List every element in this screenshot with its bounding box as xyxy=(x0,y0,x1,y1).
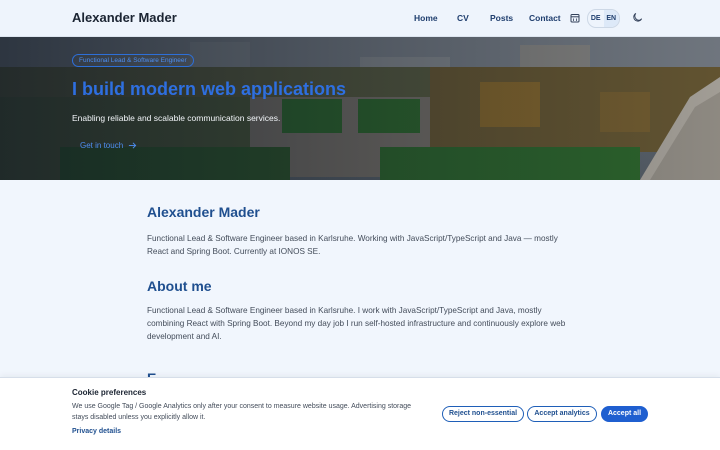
cookie-title: Cookie preferences xyxy=(72,388,147,397)
hero-subtitle: Enabling reliable and scalable communica… xyxy=(72,113,281,123)
nav-posts[interactable]: Posts xyxy=(490,13,513,23)
privacy-details-link[interactable]: Privacy details xyxy=(72,428,121,435)
accept-analytics-button[interactable]: Accept analytics xyxy=(527,406,597,422)
nav-contact[interactable]: Contact xyxy=(529,13,561,23)
name-heading: Alexander Mader xyxy=(147,204,260,220)
get-in-touch-link[interactable]: Get in touch xyxy=(80,141,137,150)
brand-logo-text[interactable]: Alexander Mader xyxy=(72,10,177,25)
hero-role-badge: Functional Lead & Software Engineer xyxy=(72,54,194,67)
language-switcher: DE EN xyxy=(587,9,620,28)
reject-non-essential-button[interactable]: Reject non-essential xyxy=(442,406,524,422)
cookie-text: We use Google Tag / Google Analytics onl… xyxy=(72,403,412,421)
intro-text: Functional Lead & Software Engineer base… xyxy=(147,234,558,256)
hero-title: I build modern web applications xyxy=(72,79,347,99)
calendar-icon[interactable] xyxy=(570,13,580,23)
language-de[interactable]: DE xyxy=(588,10,604,27)
arrow-right-icon xyxy=(129,142,137,149)
about-heading: About me xyxy=(147,278,212,294)
moon-icon[interactable] xyxy=(632,12,643,23)
accept-all-button[interactable]: Accept all xyxy=(601,406,648,422)
hero-section: Functional Lead & Software Engineer I bu… xyxy=(0,37,720,180)
site-header: Alexander Mader Home CV Posts Contact DE… xyxy=(0,0,720,37)
cookie-banner: Cookie preferences We use Google Tag / G… xyxy=(0,377,720,450)
language-en[interactable]: EN xyxy=(603,10,619,27)
nav-cv[interactable]: CV xyxy=(457,13,469,23)
get-in-touch-label: Get in touch xyxy=(80,141,124,150)
about-text: Functional Lead & Software Engineer base… xyxy=(147,306,566,341)
nav-home[interactable]: Home xyxy=(414,13,438,23)
